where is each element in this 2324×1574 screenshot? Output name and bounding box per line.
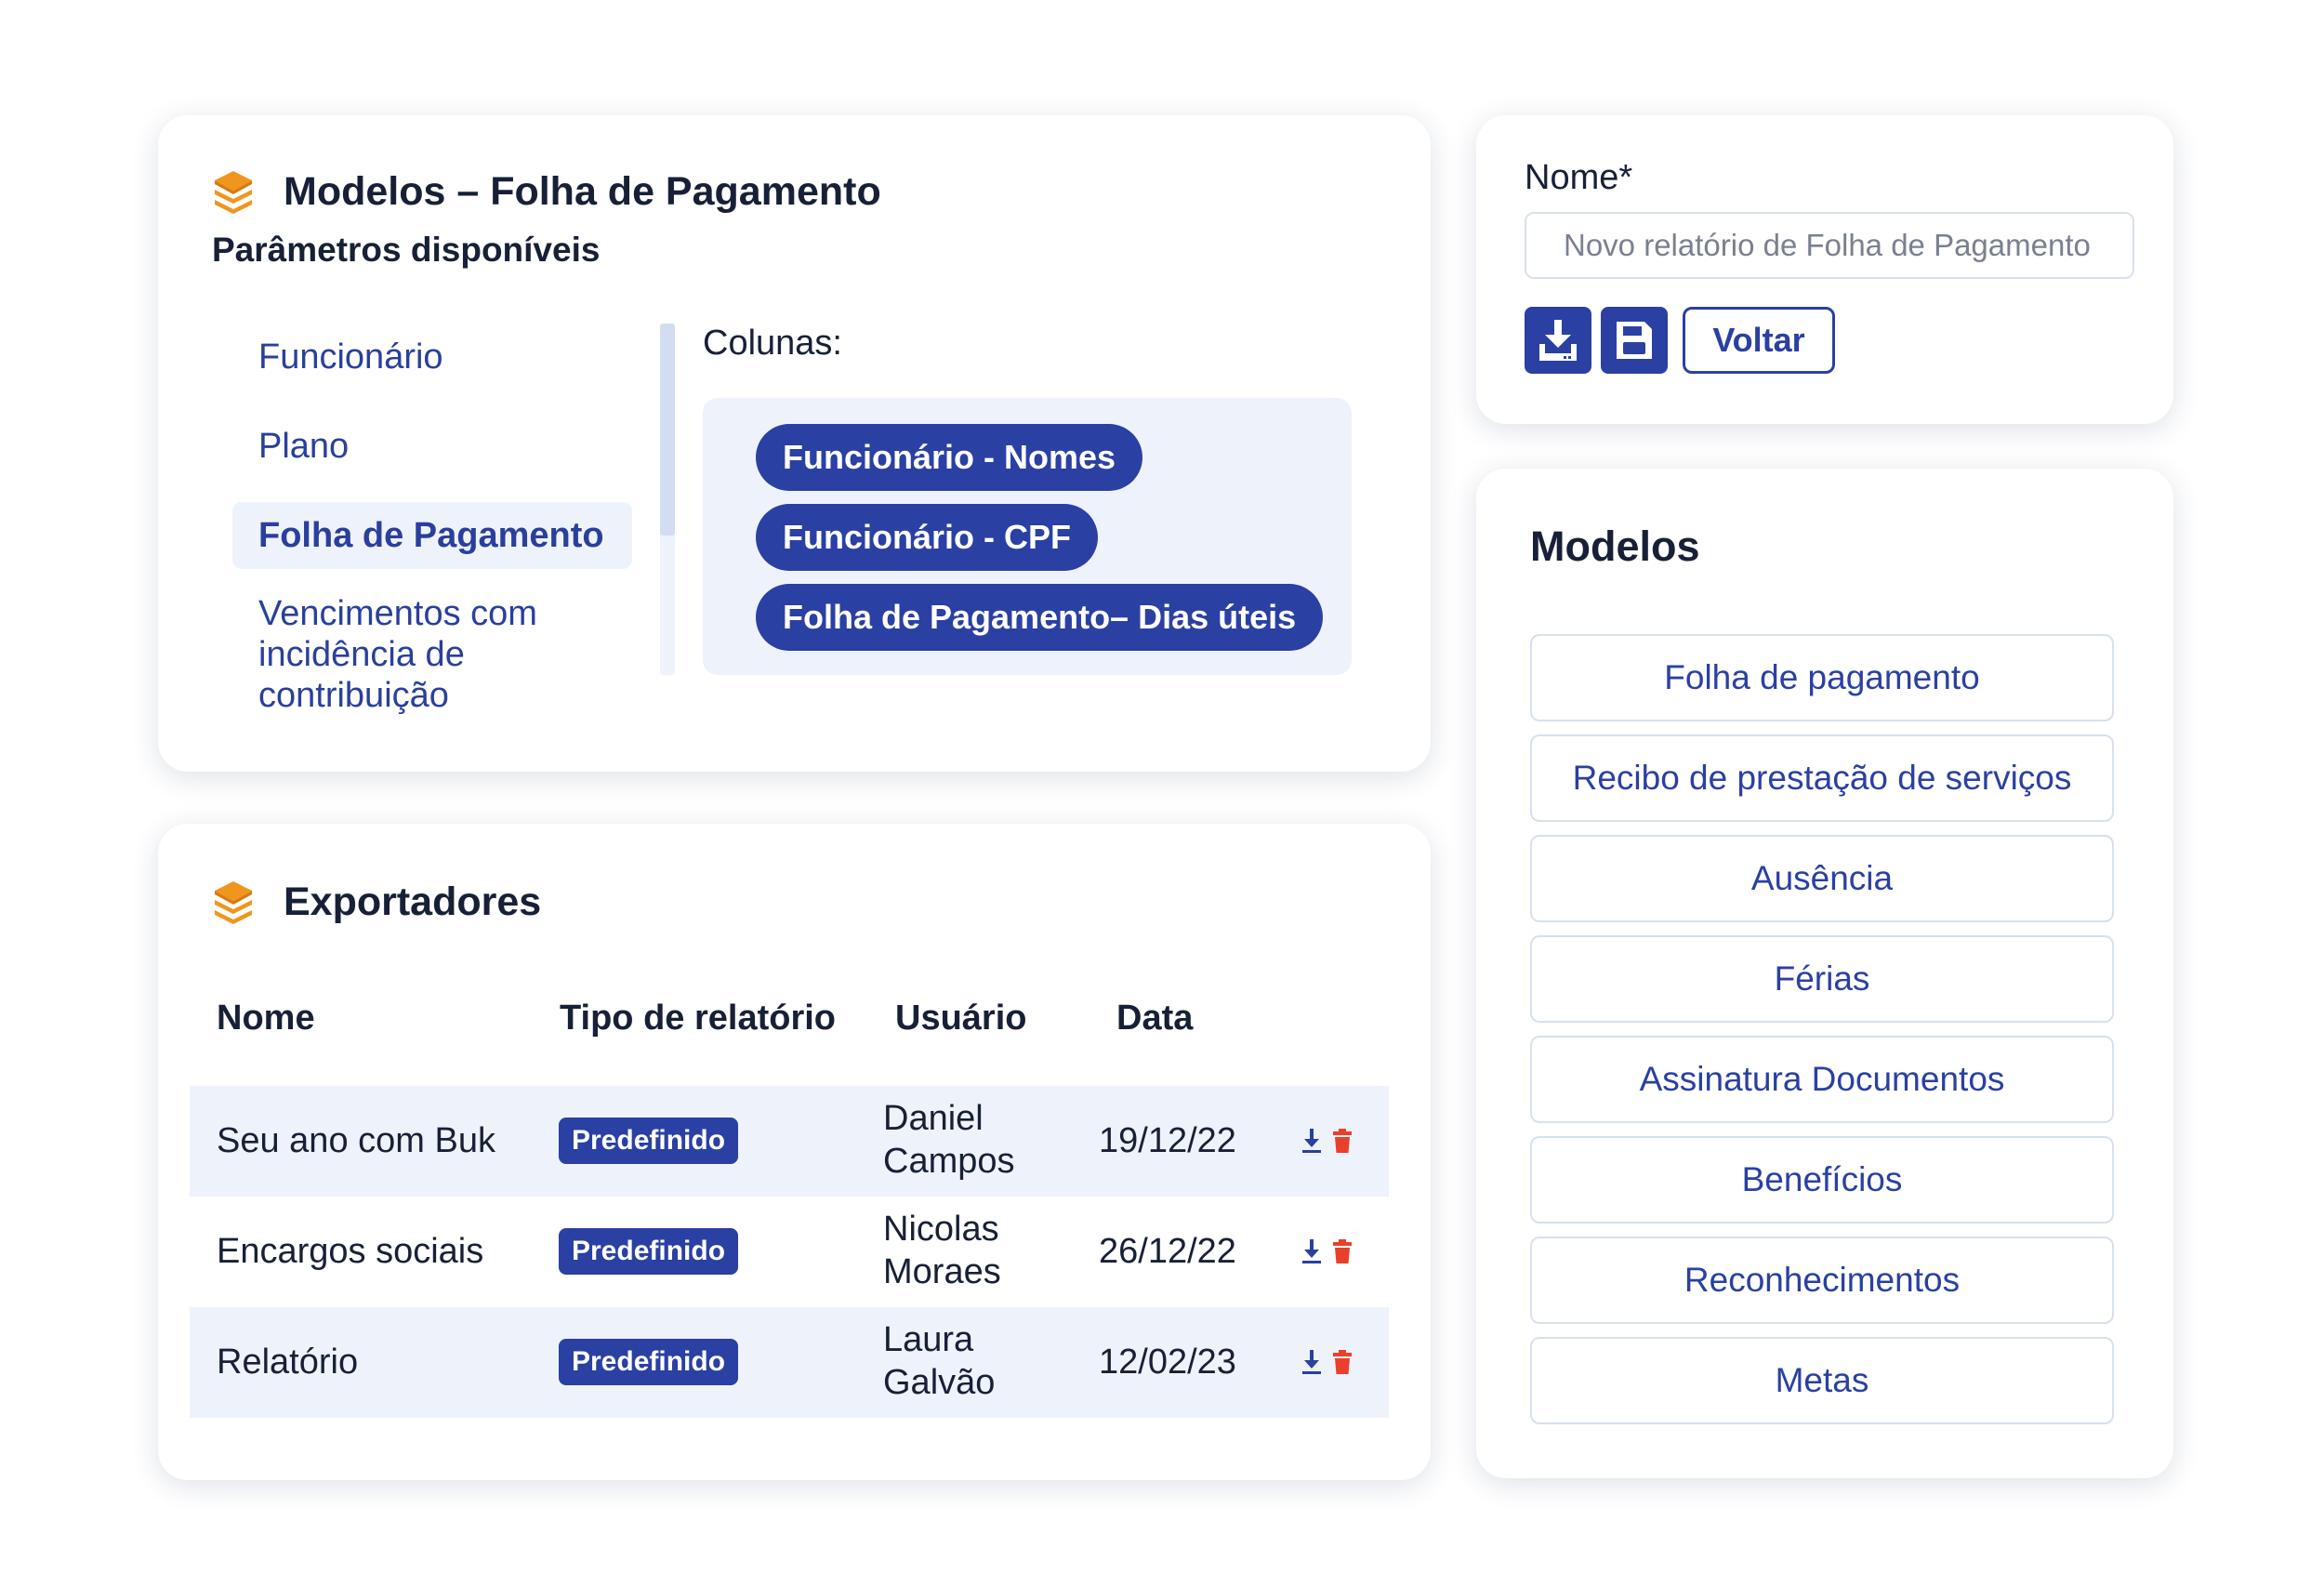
model-item-assinatura-documentos[interactable]: Assinatura Documentos (1530, 1036, 2114, 1123)
row-user: Nicolas Moraes (883, 1210, 1001, 1291)
models-payroll-card: Modelos – Folha de Pagamento Parâmetros … (158, 115, 1431, 772)
download-button[interactable] (1525, 307, 1591, 374)
layers-icon (212, 880, 255, 926)
column-chip-funcionario-cpf[interactable]: Funcionário - CPF (756, 504, 1098, 571)
param-item-funcionario[interactable]: Funcionário (232, 324, 632, 390)
row-date: 26/12/22 (1099, 1232, 1236, 1271)
exporters-card-title: Exportadores (284, 880, 542, 924)
table-header-usuario: Usuário (895, 999, 1027, 1038)
model-item-beneficios[interactable]: Benefícios (1530, 1136, 2114, 1223)
row-date: 19/12/22 (1099, 1121, 1236, 1160)
model-item-recibo[interactable]: Recibo de prestação de serviços (1530, 734, 2114, 822)
available-parameters-heading: Parâmetros disponíveis (212, 231, 601, 269)
save-button[interactable] (1601, 307, 1668, 374)
table-header-nome: Nome (217, 999, 315, 1038)
report-type-badge: Predefinido (559, 1339, 739, 1385)
floppy-disk-icon (1617, 322, 1652, 359)
trash-icon[interactable] (1333, 1238, 1352, 1264)
exporters-card: Exportadores Nome Tipo de relatório Usuá… (158, 824, 1431, 1480)
row-date: 12/02/23 (1099, 1343, 1236, 1382)
report-type-badge: Predefinido (559, 1228, 739, 1275)
download-tray-icon (1539, 320, 1577, 361)
model-item-ferias[interactable]: Férias (1530, 935, 2114, 1023)
row-name: Relatório (217, 1343, 359, 1382)
download-icon[interactable] (1301, 1128, 1322, 1154)
report-name-card: Nome* Voltar (1476, 115, 2173, 424)
model-item-reconhecimentos[interactable]: Reconhecimentos (1530, 1237, 2114, 1324)
table-header-data: Data (1116, 999, 1194, 1038)
params-scrollbar-thumb[interactable] (660, 324, 675, 536)
model-item-folha-de-pagamento[interactable]: Folha de pagamento (1530, 634, 2114, 721)
param-item-plano[interactable]: Plano (232, 413, 632, 480)
model-item-metas[interactable]: Metas (1530, 1337, 2114, 1424)
column-chip-dias-uteis[interactable]: Folha de Pagamento– Dias úteis (756, 584, 1324, 651)
models-list-card: Modelos Folha de pagamento Recibo de pre… (1476, 469, 2173, 1478)
model-item-ausencia[interactable]: Ausência (1530, 835, 2114, 922)
column-chip-funcionario-nomes[interactable]: Funcionário - Nomes (756, 424, 1143, 491)
models-list-title: Modelos (1530, 522, 1700, 570)
name-field-label: Nome* (1525, 158, 1633, 197)
table-header-tipo: Tipo de relatório (560, 999, 837, 1038)
report-type-badge: Predefinido (559, 1118, 739, 1164)
param-item-folha-de-pagamento[interactable]: Folha de Pagamento (232, 502, 632, 569)
back-button[interactable]: Voltar (1683, 307, 1835, 374)
report-name-input[interactable] (1525, 212, 2134, 279)
trash-icon[interactable] (1333, 1349, 1352, 1375)
columns-label: Colunas: (703, 324, 842, 363)
trash-icon[interactable] (1333, 1128, 1352, 1154)
download-icon[interactable] (1301, 1349, 1322, 1375)
models-card-title: Modelos – Folha de Pagamento (284, 169, 881, 214)
table-row: Encargos sociais Predefinido Nicolas Mor… (190, 1197, 1389, 1307)
download-icon[interactable] (1301, 1238, 1322, 1264)
table-row: Seu ano com Buk Predefinido Daniel Campo… (190, 1086, 1389, 1197)
columns-container: Funcionário - Nomes Funcionário - CPF Fo… (703, 398, 1352, 675)
row-user: Daniel Campos (883, 1099, 1015, 1181)
row-name: Seu ano com Buk (217, 1121, 495, 1160)
param-item-vencimentos[interactable]: Vencimentos com incidência de contribuiç… (232, 580, 632, 729)
table-row: Relatório Predefinido Laura Galvão 12/02… (190, 1307, 1389, 1418)
row-name: Encargos sociais (217, 1232, 484, 1271)
layers-icon (212, 169, 255, 216)
row-user: Laura Galvão (883, 1320, 996, 1402)
